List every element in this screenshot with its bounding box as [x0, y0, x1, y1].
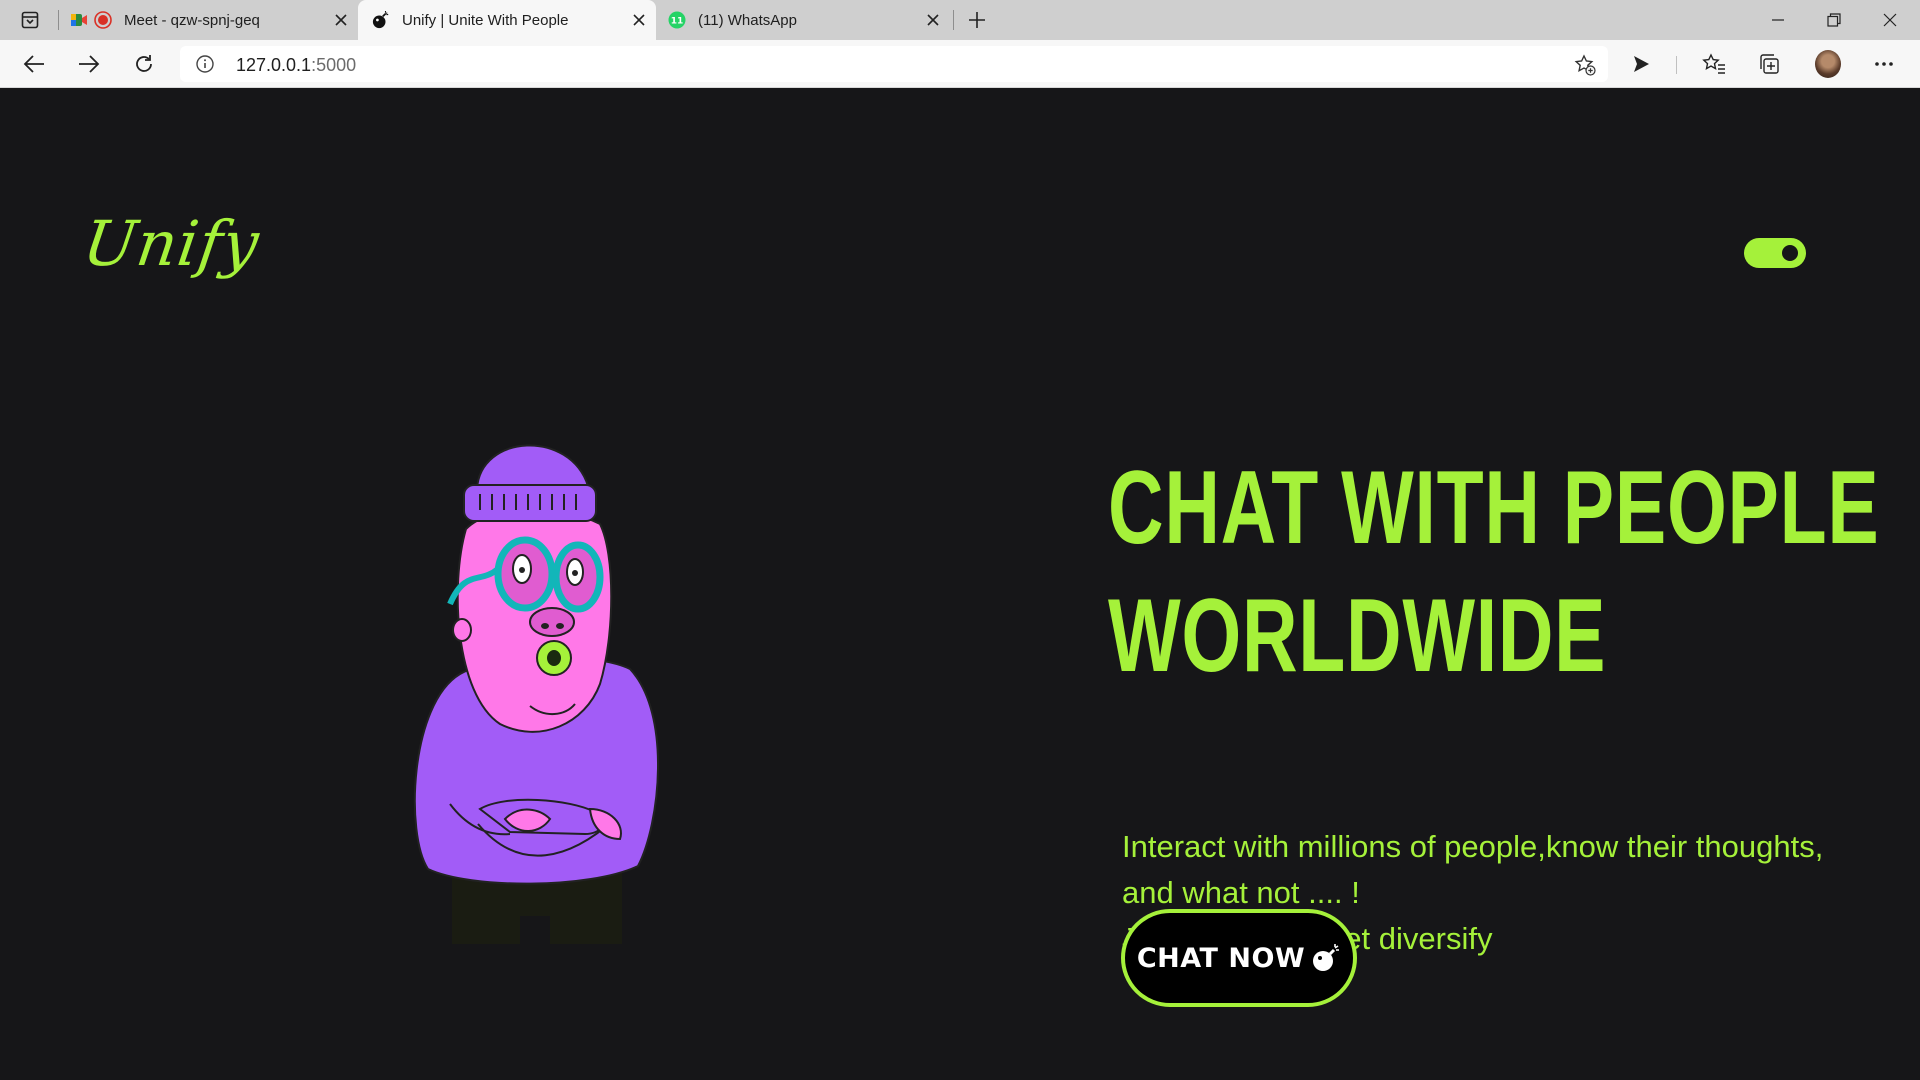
favorites-button[interactable]	[1697, 48, 1731, 80]
chat-now-button[interactable]: CHAT NOW	[1121, 909, 1357, 1007]
collections-button[interactable]	[1752, 48, 1786, 80]
hero-headline: CHAT WITH PEOPLE WORLDWIDE	[1108, 444, 1880, 700]
theme-toggle[interactable]	[1744, 238, 1806, 268]
address-bar[interactable]: 127.0.0.1:5000	[180, 46, 1608, 82]
minimize-button[interactable]	[1750, 0, 1806, 40]
tab-title: Unify | Unite With People	[402, 11, 569, 29]
toolbar-divider	[1676, 56, 1677, 74]
plus-icon	[969, 12, 985, 28]
tab-separator	[953, 10, 954, 30]
close-tab-icon[interactable]	[924, 11, 942, 29]
toggle-knob	[1782, 245, 1798, 261]
send-icon	[1634, 56, 1649, 72]
page-viewport: Unify CHAT WITH PEOPLE WORLDWIDE Interac…	[0, 89, 1920, 1080]
restore-button[interactable]	[1806, 0, 1862, 40]
svg-text:11: 11	[671, 17, 684, 27]
headline-line: WORLDWIDE	[1108, 578, 1607, 694]
profile-avatar[interactable]	[1815, 50, 1841, 78]
tab-separator	[58, 10, 59, 30]
site-logo[interactable]: Unify	[79, 207, 264, 280]
subtitle-line: Interact with millions of people,know th…	[1122, 829, 1824, 864]
bomb-icon	[372, 11, 390, 29]
tab-actions-icon	[21, 11, 39, 29]
tab-title: Meet - qzw-spnj-geq	[124, 11, 260, 29]
refresh-icon	[136, 55, 152, 72]
chat-now-label: CHAT NOW	[1136, 942, 1306, 974]
back-arrow-icon	[23, 55, 44, 73]
site-info-icon[interactable]	[196, 55, 214, 73]
character-illustration	[413, 444, 659, 946]
minimize-icon	[1772, 19, 1784, 21]
close-tab-icon[interactable]	[630, 11, 648, 29]
favorites-icon	[1702, 53, 1725, 74]
tab-whatsapp[interactable]: 11 (11) WhatsApp	[668, 0, 950, 40]
add-favorite-icon[interactable]	[1574, 54, 1596, 76]
send-button[interactable]	[1624, 48, 1658, 80]
collections-icon	[1760, 54, 1779, 74]
recording-icon	[94, 11, 112, 29]
back-button[interactable]	[17, 48, 51, 80]
close-window-button[interactable]	[1862, 0, 1918, 40]
refresh-button[interactable]	[127, 48, 161, 80]
google-meet-icon	[70, 11, 88, 29]
close-tab-icon[interactable]	[332, 11, 350, 29]
close-icon	[1883, 13, 1897, 27]
address-text[interactable]: 127.0.0.1:5000	[236, 55, 356, 76]
headline-line: CHAT WITH PEOPLE	[1108, 450, 1880, 566]
forward-button[interactable]	[72, 48, 106, 80]
bomb-icon	[1313, 944, 1340, 971]
forward-arrow-icon	[79, 55, 100, 73]
more-dots-icon	[1875, 62, 1893, 66]
whatsapp-icon: 11	[668, 11, 686, 29]
more-menu-button[interactable]	[1867, 48, 1901, 80]
tab-title: (11) WhatsApp	[698, 11, 797, 29]
tab-unify[interactable]: Unify | Unite With People	[358, 0, 656, 40]
restore-icon	[1827, 13, 1841, 27]
new-tab-button[interactable]	[962, 6, 992, 34]
tab-meet[interactable]: Meet - qzw-spnj-geq	[70, 0, 358, 40]
browser-toolbar: 127.0.0.1:5000	[0, 40, 1920, 88]
tab-actions-button[interactable]	[14, 8, 46, 32]
tab-bar: Meet - qzw-spnj-geq Unify | Unite With P…	[0, 0, 1920, 40]
